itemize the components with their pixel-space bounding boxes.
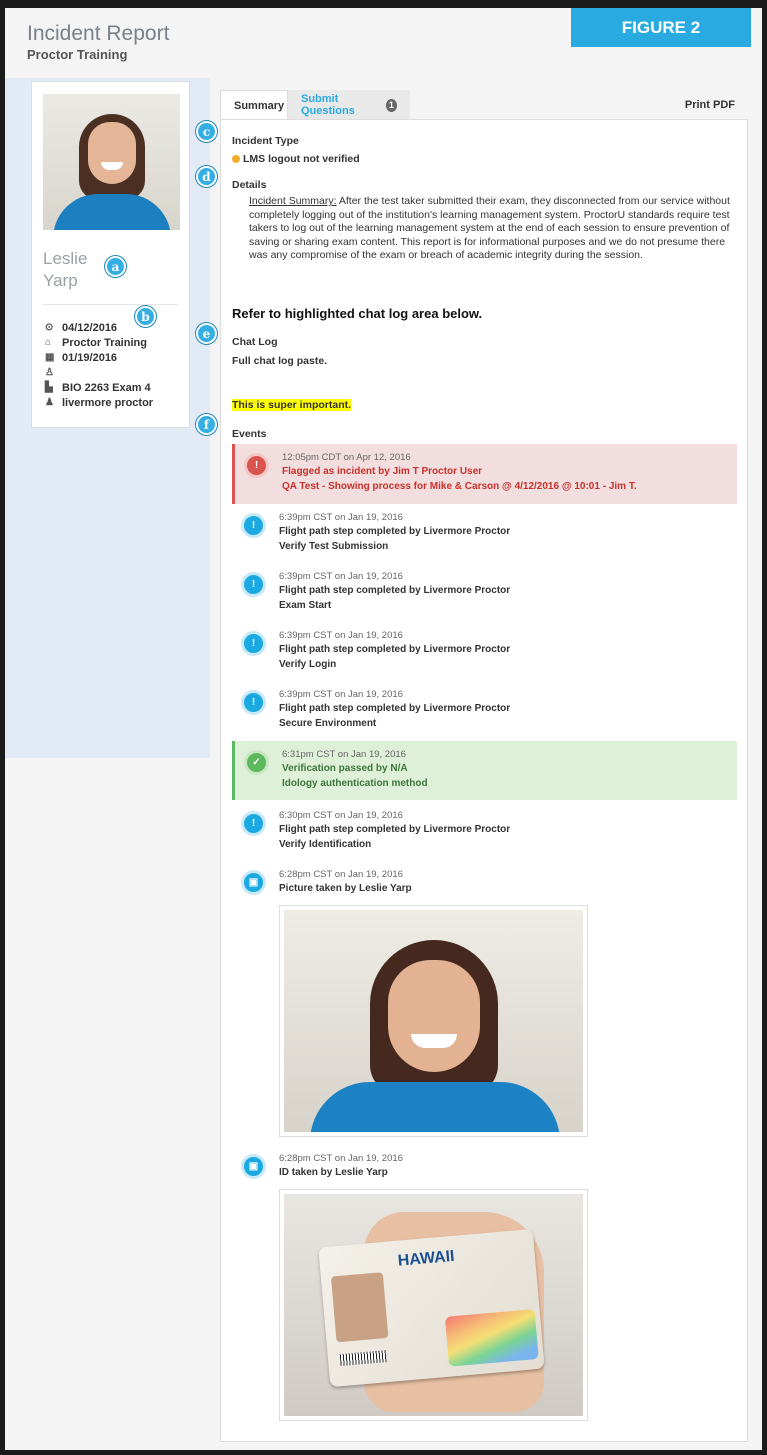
chat-log-callout: Refer to highlighted chat log area below… xyxy=(232,306,483,321)
info-icon: ! xyxy=(241,572,266,597)
meta-course: ⌂ Proctor Training xyxy=(45,336,147,349)
person-icon: ♙ xyxy=(45,367,54,378)
annotation-badge-c: c xyxy=(196,121,217,142)
profile-last-name: Yarp xyxy=(43,271,78,290)
file-icon: ▙ xyxy=(45,382,53,393)
annotation-badge-b: b xyxy=(135,306,156,327)
id-card-photo[interactable]: HAWAII xyxy=(279,1189,588,1421)
chat-log-highlight: This is super important. xyxy=(232,399,352,411)
clock-icon: ⊙ xyxy=(45,322,54,333)
profile-name: Leslie Yarp xyxy=(43,248,87,292)
chat-log-label: Chat Log xyxy=(232,336,278,348)
status-dot-icon xyxy=(232,155,240,163)
summary-panel: Incident Type LMS logout not verified De… xyxy=(220,119,748,1442)
info-icon: ! xyxy=(241,513,266,538)
group-icon: ♟ xyxy=(45,397,54,408)
chat-log-content: Full chat log paste. xyxy=(232,355,328,367)
event-item: ▣ 6:28pm CST on Jan 19, 2016 ID taken by… xyxy=(232,1145,737,1189)
profile-photo xyxy=(43,94,180,230)
profile-first-name: Leslie xyxy=(43,249,88,268)
profile-meta: ⊙ 04/12/2016 ⌂ Proctor Training ▦ 01/19/201… xyxy=(45,320,153,410)
submit-questions-count-badge: 1 xyxy=(385,98,397,112)
print-pdf-link[interactable]: Print PDF xyxy=(685,99,735,111)
tab-summary[interactable]: Summary xyxy=(220,90,288,120)
annotation-badge-d: d xyxy=(196,166,217,187)
event-item: ▣ 6:28pm CST on Jan 19, 2016 Picture tak… xyxy=(232,861,737,905)
page-frame: Incident Report Proctor Training FIGURE … xyxy=(5,8,762,1450)
event-item: ! 6:39pm CST on Jan 19, 2016 Flight path… xyxy=(232,563,737,622)
event-item: ! 12:05pm CDT on Apr 12, 2016 Flagged as… xyxy=(232,444,737,504)
profile-card: Leslie Yarp ⊙ 04/12/2016 ⌂ Proctor Trainin… xyxy=(31,81,190,428)
event-item: ! 6:39pm CST on Jan 19, 2016 Flight path… xyxy=(232,681,737,740)
meta-person: ♙ xyxy=(45,365,153,380)
tab-bar: Summary Submit Questions 1 Print PDF xyxy=(220,90,748,120)
calendar-icon: ▦ xyxy=(45,352,55,363)
event-item: ! 6:39pm CST on Jan 19, 2016 Flight path… xyxy=(232,622,737,681)
image-icon: ▣ xyxy=(241,870,266,895)
event-item: ! 6:39pm CST on Jan 19, 2016 Flight path… xyxy=(232,504,737,563)
event-item: ! 6:30pm CST on Jan 19, 2016 Flight path… xyxy=(232,802,737,861)
page-title: Incident Report xyxy=(27,22,170,45)
page-subtitle: Proctor Training xyxy=(27,47,128,62)
event-item: ✓ 6:31pm CST on Jan 19, 2016 Verificatio… xyxy=(232,741,737,800)
test-taker-photo[interactable] xyxy=(279,905,588,1137)
meta-exam: ▙ BIO 2263 Exam 4 xyxy=(45,381,151,394)
details-label: Details xyxy=(232,179,267,191)
info-icon: ! xyxy=(241,811,266,836)
info-icon: ! xyxy=(241,631,266,656)
info-icon: ! xyxy=(241,690,266,715)
incident-type-value: LMS logout not verified xyxy=(232,153,360,165)
figure-label: FIGURE 2 xyxy=(571,8,751,47)
page-header: Incident Report Proctor Training xyxy=(27,22,169,62)
details-text: Incident Summary: After the test taker s… xyxy=(249,195,730,261)
meta-proctor: ♟ livermore proctor xyxy=(45,396,154,409)
check-icon: ✓ xyxy=(244,750,269,775)
annotation-badge-e: e xyxy=(196,323,217,344)
profile-divider xyxy=(43,304,178,305)
events-label: Events xyxy=(232,428,267,440)
meta-calendar-date: ▦ 01/19/2016 xyxy=(45,351,118,364)
id-card-title: HAWAII xyxy=(397,1247,456,1270)
annotation-badge-f: f xyxy=(196,414,217,435)
incident-type-label: Incident Type xyxy=(232,135,299,147)
alert-icon: ! xyxy=(244,453,269,478)
image-icon: ▣ xyxy=(241,1154,266,1179)
tab-submit-questions[interactable]: Submit Questions 1 xyxy=(288,90,410,120)
graduation-cap-icon: ⌂ xyxy=(45,337,52,348)
annotation-badge-a: a xyxy=(105,256,126,277)
